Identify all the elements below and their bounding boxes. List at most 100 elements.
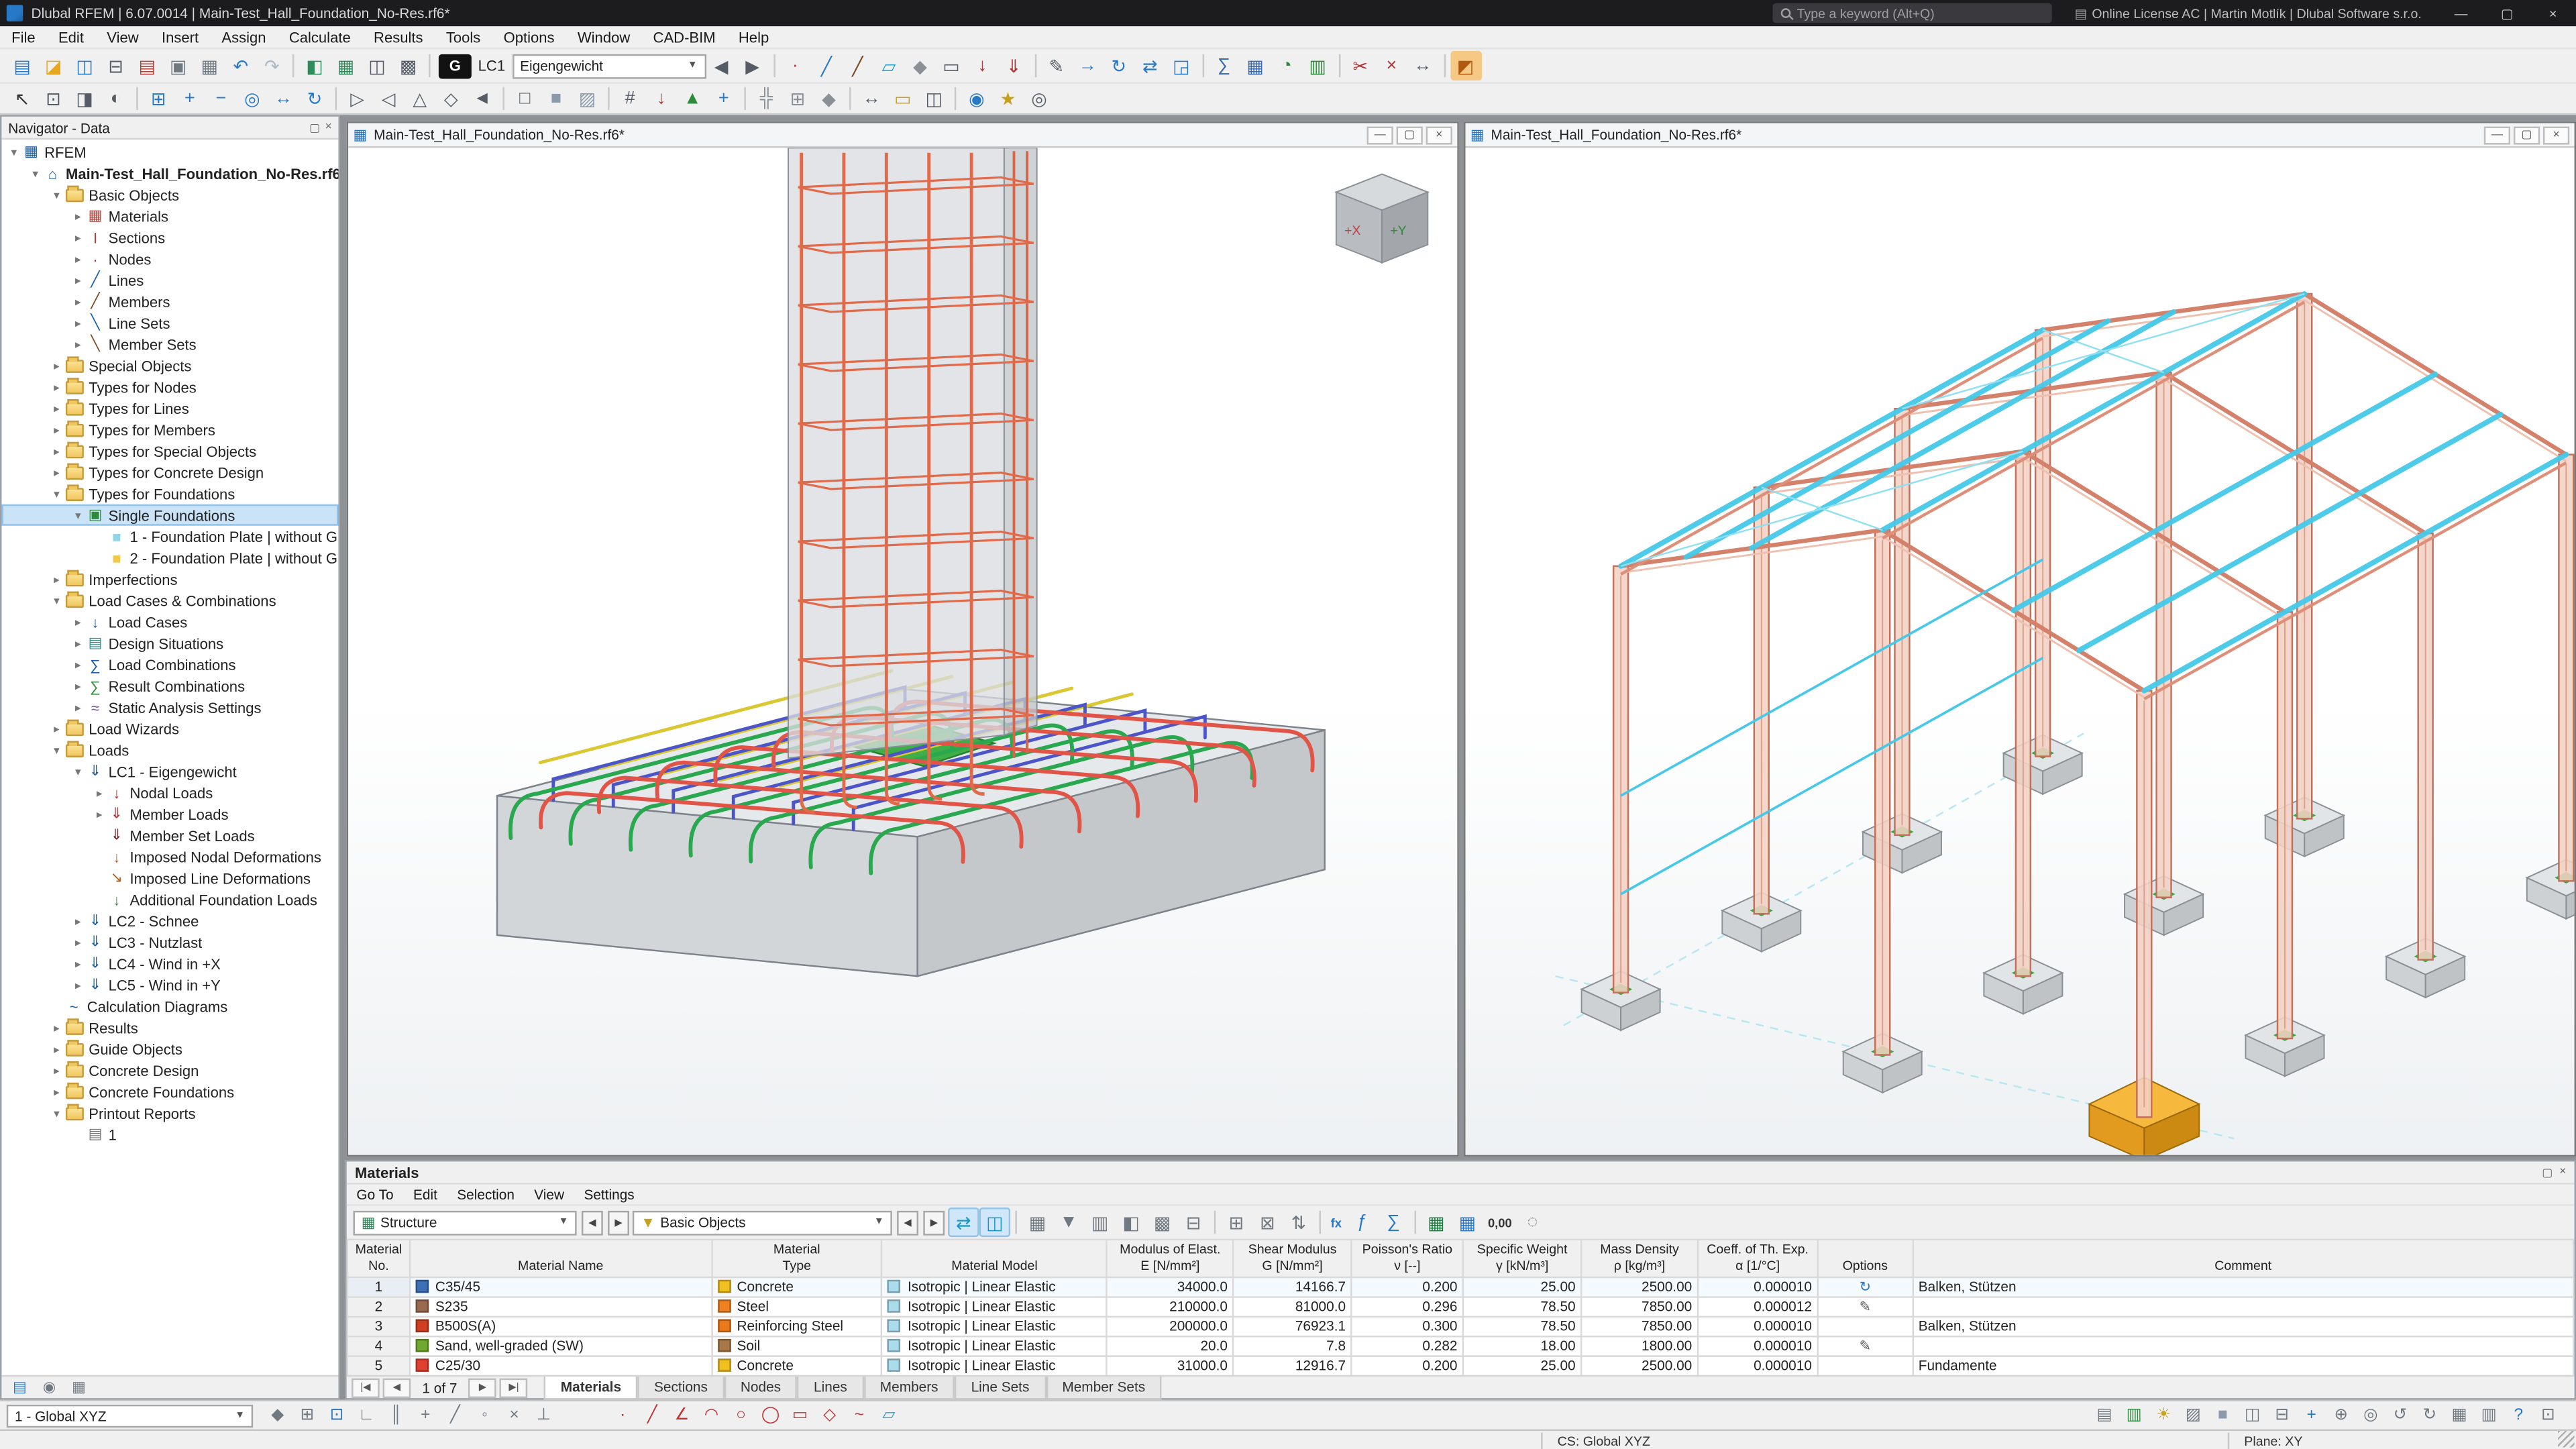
column-header-type[interactable]: Material Type (710, 1238, 883, 1279)
material-row-5[interactable]: 5 C25/30 Concrete Isotropic | Linear Elasti… (346, 1355, 2575, 1375)
show-local-axes-icon[interactable]: + (708, 84, 740, 113)
delete-row-icon[interactable]: ⊠ (1252, 1208, 1283, 1237)
foundation-3d-view[interactable]: +X +Y (348, 148, 1458, 1155)
guidelines-icon[interactable]: ╬ (751, 84, 782, 113)
expand-arrow-icon[interactable]: ▸ (70, 680, 85, 692)
result-scale-icon[interactable]: ▥ (2119, 1402, 2149, 1428)
comment-cell[interactable] (1911, 1336, 2575, 1357)
undo-icon[interactable]: ↶ (225, 51, 257, 80)
object-snap-icon[interactable]: ◆ (813, 84, 845, 113)
print-graphic-icon[interactable]: ⊟ (2267, 1402, 2297, 1428)
navigator-close-button[interactable]: × (325, 121, 332, 134)
poisson-ratio-cell[interactable]: 0.200 (1350, 1276, 1464, 1298)
comment-cell[interactable]: Balken, Stützen (1911, 1316, 2575, 1338)
thermal-expansion-cell[interactable]: 0.000010 (1697, 1316, 1819, 1338)
lighting-icon[interactable]: ☀ (2149, 1402, 2178, 1428)
menu-edit[interactable]: Edit (403, 1186, 447, 1202)
tree-item-imposed-nodal-deformations[interactable]: ↓ Imposed Nodal Deformations (1, 846, 338, 867)
menu-assign[interactable]: Assign (210, 29, 277, 45)
expand-arrow-icon[interactable]: ▸ (70, 316, 85, 329)
row-number-cell[interactable]: 4 (346, 1336, 411, 1357)
grid-icon[interactable]: ⊞ (782, 84, 814, 113)
row-number-cell[interactable]: 2 (346, 1296, 411, 1318)
keyword-search-input[interactable]: Type a keyword (Alt+Q) (1772, 3, 2052, 23)
mass-density-cell[interactable]: 7850.00 (1580, 1316, 1699, 1338)
view-in-y-icon[interactable]: ◁ (373, 84, 405, 113)
menu-window[interactable]: Window (566, 29, 642, 45)
measure-icon[interactable]: ↔ (1407, 51, 1439, 80)
help-icon[interactable]: ? (2504, 1402, 2533, 1428)
shear-modulus-cell[interactable]: 76923.1 (1232, 1316, 1352, 1338)
material-name-cell[interactable]: Sand, well-graded (SW) (409, 1336, 712, 1357)
column-settings-icon[interactable]: ▥ (1084, 1208, 1116, 1237)
menu-go-to[interactable]: Go To (347, 1186, 404, 1202)
table-tab-members[interactable]: Members (863, 1376, 955, 1399)
import-table-icon[interactable]: ▦ (1452, 1208, 1483, 1237)
draw-circle-icon[interactable]: ○ (726, 1402, 755, 1428)
row-number-cell[interactable]: 3 (346, 1316, 411, 1338)
calculation-settings-icon[interactable]: ▦ (1240, 51, 1271, 80)
expand-arrow-icon[interactable]: ▸ (49, 444, 64, 458)
expand-arrow-icon[interactable]: ▸ (49, 359, 64, 372)
windows-layout-icon[interactable]: ◫ (362, 51, 393, 80)
collapse-arrow-icon[interactable]: ▾ (49, 743, 64, 757)
tree-item-types-for-special-objects[interactable]: ▸ Types for Special Objects (1, 440, 338, 462)
tree-item-types-for-concrete-design[interactable]: ▸ Types for Concrete Design (1, 462, 338, 483)
tree-item-lc2-schnee[interactable]: ▸ ⇓ LC2 - Schnee (1, 910, 338, 932)
menu-view[interactable]: View (525, 1186, 574, 1202)
expand-arrow-icon[interactable]: ▸ (49, 1085, 64, 1098)
column-header-kn-m[interactable]: Specific Weight γ [kN/m³] (1462, 1238, 1582, 1279)
material-model-cell[interactable]: Isotropic | Linear Elastic (881, 1316, 1108, 1338)
tree-item-basic-objects[interactable]: ▾ Basic Objects (1, 184, 338, 205)
sum-icon[interactable]: ∑ (1378, 1208, 1409, 1237)
options-cell[interactable]: ✎ (1817, 1296, 1914, 1318)
specific-weight-cell[interactable]: 78.50 (1462, 1316, 1582, 1338)
last-table-button[interactable]: ▶| (500, 1377, 528, 1397)
collapse-arrow-icon[interactable]: ▾ (70, 508, 85, 521)
display-properties-icon[interactable]: ▤ (2090, 1402, 2119, 1428)
tree-item-1-foundation-plate-without-groundw[interactable]: ■ 1 - Foundation Plate | without Groundw (1, 526, 338, 547)
insert-row-icon[interactable]: ⊞ (1221, 1208, 1252, 1237)
column-header-options[interactable]: Options (1817, 1238, 1914, 1279)
first-table-button[interactable]: |◀ (352, 1377, 380, 1397)
add-on-active-icon[interactable]: ◩ (1450, 50, 1481, 81)
section-cut-icon[interactable]: ✂ (1345, 51, 1377, 80)
viewport1-close-button[interactable]: × (1426, 125, 1452, 144)
comment-cell[interactable]: Fundamente (1911, 1355, 2575, 1375)
column-header-material-name[interactable]: Material Name (409, 1238, 712, 1279)
modulus-cell[interactable]: 34000.0 (1106, 1276, 1234, 1298)
expand-arrow-icon[interactable]: ▸ (92, 808, 107, 820)
table-tab-materials[interactable]: Materials (544, 1376, 638, 1399)
view-in-z-icon[interactable]: △ (404, 84, 435, 113)
tree-item-additional-foundation-loads[interactable]: ↓ Additional Foundation Loads (1, 889, 338, 910)
new-member-load-icon[interactable]: ⇓ (998, 51, 1030, 80)
draw-ellipse-icon[interactable]: ◯ (756, 1402, 786, 1428)
table-tab-sections[interactable]: Sections (637, 1376, 724, 1399)
show-supports-icon[interactable]: ▲ (677, 84, 708, 113)
draw-rectangle-icon[interactable]: ▭ (786, 1402, 815, 1428)
tree-item-results[interactable]: ▸ Results (1, 1017, 338, 1038)
expand-arrow-icon[interactable]: ▸ (70, 274, 85, 286)
tree-item-member-set-loads[interactable]: ⇓ Member Set Loads (1, 824, 338, 846)
expand-arrow-icon[interactable]: ▸ (70, 637, 85, 649)
new-node-icon[interactable]: ∙ (780, 51, 811, 80)
delete-results-icon[interactable]: × (1376, 51, 1407, 80)
navigator-float-button[interactable]: ▢ (309, 121, 320, 133)
show-results-icon[interactable]: ◔ (1271, 51, 1302, 80)
mini-tables-icon[interactable]: ▦ (2445, 1402, 2474, 1428)
user-defined-view-icon[interactable]: ★ (992, 84, 1024, 113)
menu-help[interactable]: Help (727, 29, 781, 45)
intersection-snap-icon[interactable]: × (499, 1402, 529, 1428)
draw-polygon-icon[interactable]: ◇ (815, 1402, 845, 1428)
modulus-cell[interactable]: 20.0 (1106, 1336, 1234, 1357)
foundation-detail-canvas[interactable]: +X +Y (348, 148, 1457, 1155)
comment-cell[interactable]: Balken, Stützen (1911, 1276, 2575, 1298)
tree-item-load-cases[interactable]: ▸ ↓ Load Cases (1, 611, 338, 633)
previous-table-button[interactable]: ◀ (581, 1210, 603, 1235)
options-cell[interactable]: ✎ (1817, 1336, 1914, 1357)
expand-arrow-icon[interactable]: ▸ (70, 658, 85, 671)
next-load-case-icon[interactable]: ▶ (737, 51, 768, 80)
excel-export-icon[interactable]: ▦ (1421, 1208, 1452, 1237)
material-type-cell[interactable]: Concrete (710, 1276, 883, 1298)
modulus-cell[interactable]: 31000.0 (1106, 1355, 1234, 1375)
